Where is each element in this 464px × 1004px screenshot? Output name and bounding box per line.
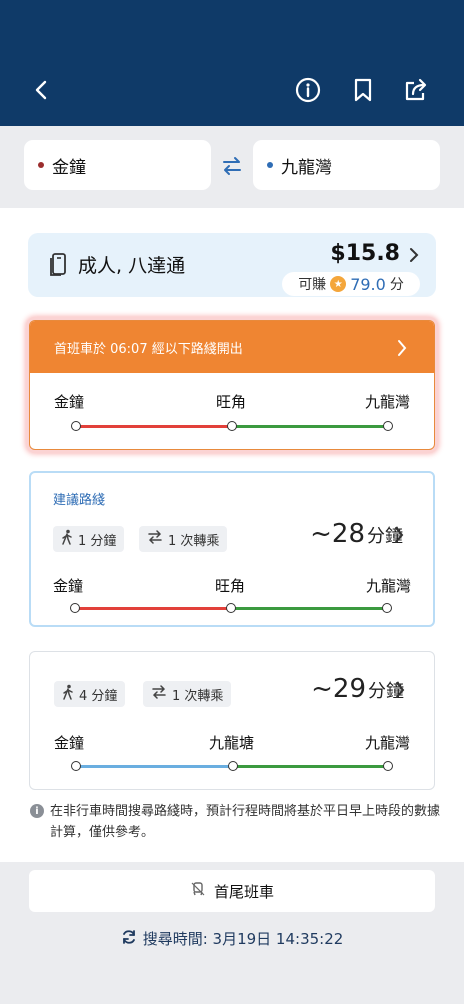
transfer-count: 1 次轉乘 — [172, 688, 224, 704]
schedule-label: 首尾班車 — [213, 882, 274, 901]
station-node — [228, 761, 238, 771]
transfer-icon — [147, 530, 163, 548]
station-node — [71, 421, 81, 431]
earn-points: 79.0 — [350, 274, 386, 294]
route-station-end: 九龍灣 — [364, 734, 410, 752]
ticket-icon — [48, 251, 68, 281]
app-header — [0, 0, 464, 126]
disclaimer-text: 在非行車時間搜尋路綫時，預計行程時間將基於平日早上時段的數據計算，僅供參考。 — [50, 804, 441, 840]
trip-duration: ~29 分鐘 — [311, 674, 404, 704]
station-node — [226, 603, 236, 613]
transfer-icon — [151, 685, 167, 703]
info-icon: i — [30, 804, 44, 818]
info-icon[interactable] — [292, 74, 324, 106]
back-icon[interactable] — [26, 74, 58, 106]
line-segment-1 — [76, 765, 233, 768]
station-node — [382, 603, 392, 613]
line-segment-2 — [232, 425, 388, 428]
refresh-icon[interactable] — [121, 929, 137, 949]
route-station-transfer: 旺角 — [215, 577, 246, 595]
first-train-banner: 首班車於 06:07 經以下路綫開出 — [30, 321, 434, 373]
route-station-transfer: 旺角 — [216, 393, 247, 411]
transfer-count: 1 次轉乘 — [168, 533, 220, 549]
route-station-start: 金鐘 — [54, 734, 85, 752]
destination-station-name: 九龍灣 — [281, 157, 332, 178]
chevron-right-icon — [394, 680, 406, 704]
line-segment-1 — [75, 607, 231, 610]
walk-chip: 4 分鐘 — [54, 681, 126, 707]
recommended-title: 建議路綫 — [53, 493, 106, 508]
earn-label: 可賺 — [298, 277, 327, 293]
fare-price: $15.8 — [330, 241, 400, 266]
passenger-type: 成人, 八達通 — [78, 255, 186, 277]
station-node — [70, 603, 80, 613]
trip-duration: ~28 分鐘 — [310, 519, 403, 549]
search-time[interactable]: 搜尋時間: 3月19日 14:35:22 — [0, 928, 464, 949]
station-node — [383, 421, 393, 431]
station-node — [71, 761, 81, 771]
share-icon[interactable] — [400, 74, 432, 106]
recommended-route-card[interactable]: 建議路綫 1 分鐘 1 次轉乘 ~28 分鐘 金鐘 旺角 九龍灣 — [29, 471, 435, 627]
bookmark-icon[interactable] — [347, 74, 379, 106]
transfer-chip: 1 次轉乘 — [143, 681, 232, 707]
walk-icon — [62, 684, 74, 704]
origin-dot — [38, 162, 44, 168]
destination-station-field[interactable]: 九龍灣 — [253, 140, 440, 190]
route-station-start: 金鐘 — [54, 393, 85, 411]
line-segment-2 — [233, 765, 388, 768]
route-station-transfer: 九龍塘 — [209, 734, 255, 752]
line-segment-2 — [231, 607, 387, 610]
first-train-text: 首班車於 06:07 經以下路綫開出 — [54, 341, 243, 357]
chevron-right-icon — [393, 525, 405, 549]
walk-time: 1 分鐘 — [78, 533, 117, 549]
transfer-chip: 1 次轉乘 — [139, 526, 228, 552]
walk-icon — [61, 529, 73, 549]
chevron-right-icon — [408, 245, 420, 269]
route-station-end: 九龍灣 — [365, 577, 411, 595]
first-last-train-button[interactable]: 首尾班車 — [29, 870, 435, 912]
swap-icon[interactable] — [220, 154, 244, 178]
station-selector: 金鐘 九龍灣 — [0, 126, 464, 208]
walk-time: 4 分鐘 — [79, 688, 118, 704]
alternative-route-card[interactable]: 4 分鐘 1 次轉乘 ~29 分鐘 金鐘 九龍塘 九龍灣 — [29, 651, 435, 790]
route-station-start: 金鐘 — [53, 577, 84, 595]
earn-unit: 分 — [389, 277, 404, 293]
origin-station-name: 金鐘 — [52, 157, 86, 178]
star-icon: ★ — [330, 276, 347, 292]
route-station-end: 九龍灣 — [364, 393, 410, 411]
points-badge: 可賺 ★ 79.0 分 — [282, 272, 420, 296]
search-time-text: 搜尋時間: 3月19日 14:35:22 — [142, 930, 344, 948]
station-node — [383, 761, 393, 771]
chevron-right-icon — [396, 338, 408, 362]
origin-station-field[interactable]: 金鐘 — [24, 140, 211, 190]
station-node — [227, 421, 237, 431]
destination-dot — [267, 162, 273, 168]
first-train-card[interactable]: 首班車於 06:07 經以下路綫開出 金鐘 旺角 九龍灣 — [29, 320, 435, 450]
line-segment-1 — [76, 425, 232, 428]
disclaimer-note: i 在非行車時間搜尋路綫時，預計行程時間將基於平日早上時段的數據計算，僅供參考。 — [30, 801, 442, 843]
walk-chip: 1 分鐘 — [53, 526, 125, 552]
train-icon — [190, 881, 206, 901]
